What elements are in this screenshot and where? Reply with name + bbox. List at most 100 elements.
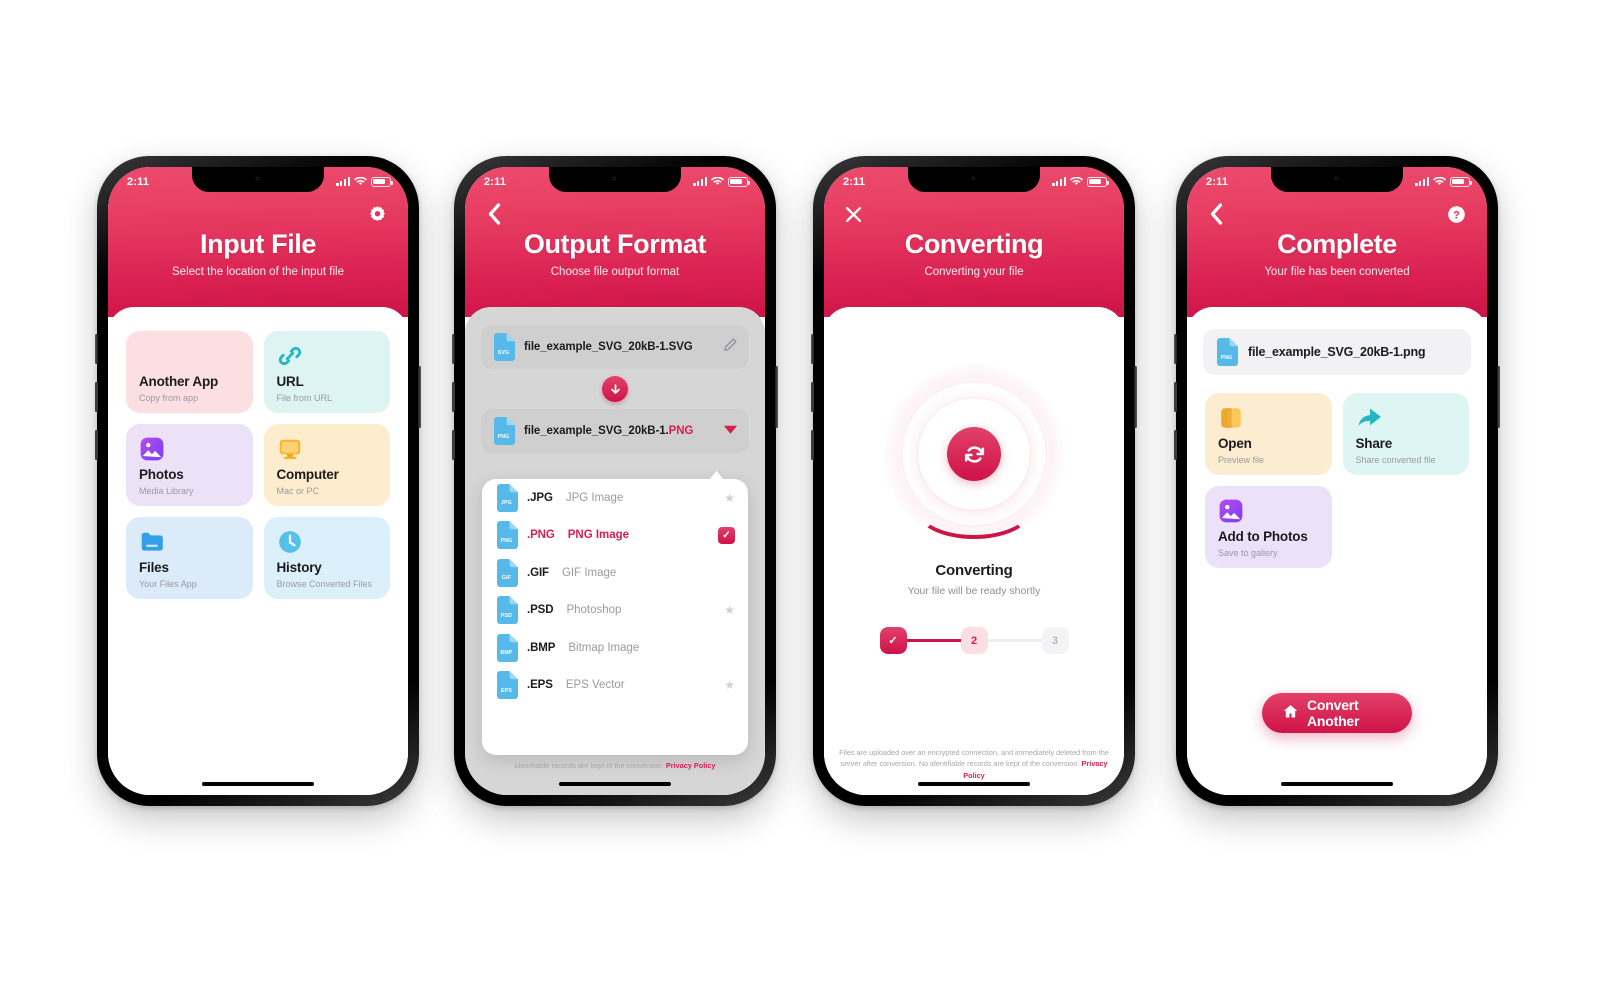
- file-badge-label: PNG: [500, 537, 513, 544]
- tile-label: Add to Photos: [1218, 529, 1308, 544]
- back-chevron-icon[interactable]: [477, 197, 511, 231]
- conversion-status: Converting Your file will be ready short…: [824, 562, 1124, 597]
- gear-icon[interactable]: [360, 197, 394, 231]
- format-extension: .GIF: [527, 566, 549, 579]
- page-subtitle: Converting your file: [924, 266, 1024, 278]
- home-indicator[interactable]: [1281, 781, 1393, 786]
- pencil-icon[interactable]: [723, 337, 738, 357]
- converted-file-row[interactable]: PNG file_example_SVG_20kB-1.png: [1203, 329, 1471, 375]
- tile-label: Photos: [139, 467, 184, 482]
- page-subtitle: Choose file output format: [550, 266, 680, 278]
- format-description: Bitmap Image: [568, 641, 640, 654]
- format-option-eps[interactable]: EPS .EPS EPS Vector ★: [482, 667, 748, 705]
- format-extension: .PNG: [527, 529, 555, 542]
- phone-mockup-input-file: ⌗ 2:11 Input File Select the location of…: [95, 156, 421, 806]
- file-badge-label: PSD: [500, 612, 513, 619]
- tile-sublabel: Your Files App: [139, 579, 197, 589]
- file-badge-label: SVG: [497, 349, 510, 356]
- content-sheet: PNG file_example_SVG_20kB-1.png Open Pre…: [1187, 307, 1487, 795]
- tile-sublabel: Copy from app: [139, 393, 199, 403]
- file-badge-label: BMP: [500, 650, 513, 657]
- wifi-icon: [1070, 177, 1083, 186]
- privacy-footnote: identifiable records are kept of the con…: [479, 760, 751, 771]
- screen-input-file: ⌗ 2:11 Input File Select the location of…: [108, 167, 408, 795]
- cellular-signal-icon: [1415, 177, 1429, 186]
- help-icon[interactable]: ?: [1439, 197, 1473, 231]
- privacy-policy-link[interactable]: Privacy Policy: [666, 761, 716, 770]
- step-2[interactable]: 2: [960, 627, 988, 654]
- format-description: PNG Image: [567, 529, 630, 542]
- file-badge-label: PNG: [1220, 354, 1233, 361]
- tile-computer[interactable]: Computer Mac or PC: [263, 424, 390, 506]
- convert-another-label: Convert Another: [1307, 697, 1360, 729]
- caret-down-icon[interactable]: [723, 422, 738, 440]
- phone-mockup-output-format: ⌗ 2:11 Output Format Choose file output …: [452, 156, 778, 806]
- back-chevron-icon[interactable]: [1199, 197, 1233, 231]
- page-title: Input File: [200, 229, 316, 259]
- header-text: Input File Select the location of the in…: [108, 229, 408, 278]
- converted-file-name: file_example_SVG_20kB-1.png: [1248, 345, 1426, 359]
- tile-history[interactable]: History Browse Converted Files: [263, 517, 390, 599]
- header-converting: 2:11 Converting Converting your file: [824, 167, 1124, 317]
- home-indicator[interactable]: [202, 781, 314, 786]
- page-title: Output Format: [523, 229, 707, 259]
- privacy-footnote-text: identifiable records are kept of the con…: [514, 761, 664, 770]
- header-text: Output Format Choose file output format: [465, 229, 765, 278]
- tile-url[interactable]: URL File from URL: [263, 331, 390, 413]
- close-icon[interactable]: [836, 197, 870, 231]
- tile-files[interactable]: Files Your Files App: [126, 517, 253, 599]
- status-bar: 2:11: [465, 167, 765, 193]
- source-tiles-grid: Another App Copy from app URL File from …: [126, 331, 390, 599]
- tile-another-app[interactable]: Another App Copy from app: [126, 331, 253, 413]
- star-icon[interactable]: ★: [724, 491, 735, 505]
- format-option-jpg[interactable]: JPG .JPG JPG Image ★: [482, 479, 748, 517]
- tile-label: Computer: [276, 467, 339, 482]
- status-indicators: [693, 176, 750, 187]
- home-indicator[interactable]: [918, 781, 1030, 786]
- output-file-name: file_example_SVG_20kB-1.PNG: [524, 425, 714, 437]
- home-indicator[interactable]: [559, 781, 671, 786]
- clock-icon: [277, 529, 303, 555]
- status-time: 2:11: [127, 175, 150, 188]
- png-file-icon: PNG: [495, 521, 518, 550]
- phone-mockup-converting: ⌗ 2:11 Converting Converting your file C…: [811, 156, 1137, 806]
- share-icon: [1356, 405, 1382, 431]
- png-file-icon: PNG: [1215, 338, 1238, 366]
- refresh-icon: [947, 427, 1001, 481]
- status-bar: 2:11: [824, 167, 1124, 193]
- output-file-name-base: file_example_SVG_20kB-1.: [524, 425, 669, 437]
- tile-open[interactable]: Open Preview file: [1205, 393, 1332, 475]
- svg-text:?: ?: [1453, 209, 1460, 221]
- format-option-psd[interactable]: PSD .PSD Photoshop ★: [482, 592, 748, 630]
- header-nav: [108, 197, 408, 231]
- privacy-footnote: Files are uploaded over an encrypted con…: [838, 747, 1110, 781]
- tile-sublabel: Save to gallery: [1218, 548, 1278, 558]
- star-icon[interactable]: ★: [724, 678, 735, 692]
- input-file-row[interactable]: SVG file_example_SVG_20kB-1.SVG: [481, 325, 749, 369]
- format-option-bmp[interactable]: BMP .BMP Bitmap Image: [482, 629, 748, 667]
- format-option-png[interactable]: PNG .PNG PNG Image ✓: [482, 517, 748, 555]
- photos-icon: [1218, 498, 1244, 524]
- tile-add-to-photos[interactable]: Add to Photos Save to gallery: [1205, 486, 1332, 568]
- photos-icon: [139, 436, 165, 462]
- folder-icon: [139, 529, 165, 555]
- status-bar: 2:11: [108, 167, 408, 193]
- gif-file-icon: GIF: [495, 558, 518, 587]
- tile-photos[interactable]: Photos Media Library: [126, 424, 253, 506]
- step-3[interactable]: 3: [1041, 627, 1069, 654]
- step-1[interactable]: ✓: [879, 627, 907, 654]
- star-icon[interactable]: ★: [724, 603, 735, 617]
- wifi-icon: [1433, 177, 1446, 186]
- output-file-row[interactable]: PNG file_example_SVG_20kB-1.PNG: [481, 409, 749, 453]
- tile-share[interactable]: Share Share converted file: [1342, 393, 1469, 475]
- step-connector-1: [906, 639, 961, 642]
- checkmark-icon[interactable]: ✓: [718, 526, 735, 544]
- format-option-gif[interactable]: GIF .GIF GIF Image: [482, 554, 748, 592]
- convert-another-button[interactable]: Convert Another: [1262, 693, 1412, 733]
- content-sheet: Converting Your file will be ready short…: [824, 307, 1124, 795]
- header-text: Complete Your file has been converted: [1187, 229, 1487, 278]
- format-dropdown-list: JPG .JPG JPG Image ★ PNG .PNG PNG Image …: [482, 479, 748, 755]
- conversion-status-subtitle: Your file will be ready shortly: [907, 585, 1041, 597]
- convert-direction-arrow-icon: [602, 376, 628, 402]
- header-text: Converting Converting your file: [824, 229, 1124, 278]
